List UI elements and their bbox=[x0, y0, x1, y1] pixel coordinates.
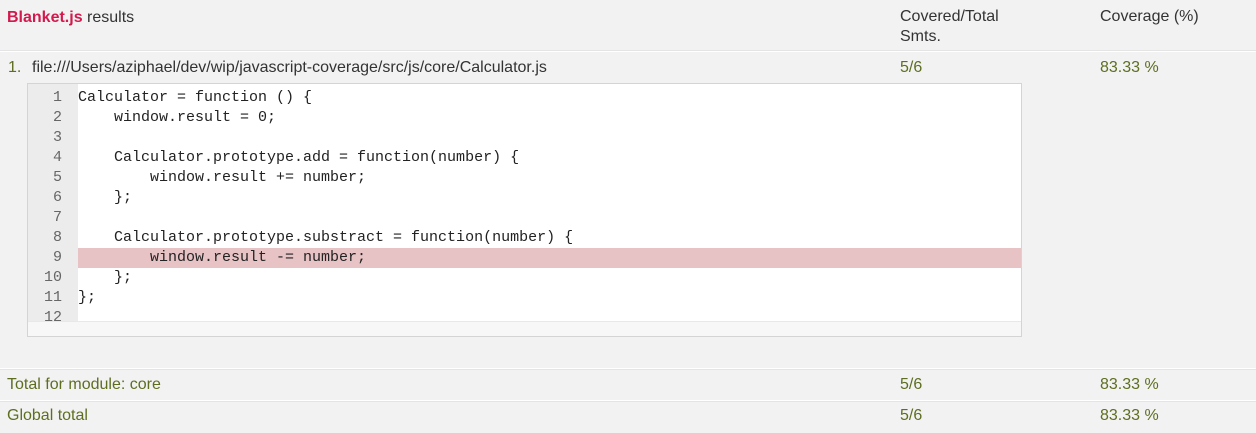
file-coverage: 83.33 % bbox=[1100, 59, 1159, 76]
code-line: 6 }; bbox=[28, 188, 1021, 208]
global-total-label: Global total bbox=[7, 407, 88, 424]
line-number: 2 bbox=[52, 109, 62, 126]
code-text: Calculator.prototype.substract = functio… bbox=[78, 229, 574, 246]
brand-name: Blanket.js bbox=[7, 9, 83, 26]
title-suffix: results bbox=[82, 9, 135, 26]
module-total-coverage: 83.33 % bbox=[1100, 376, 1159, 393]
code-text: }; bbox=[78, 189, 133, 206]
line-number: 5 bbox=[52, 169, 62, 186]
module-total-row bbox=[0, 369, 1256, 400]
code-line: 4 Calculator.prototype.add = function(nu… bbox=[28, 148, 1021, 168]
code-line: 8 Calculator.prototype.substract = funct… bbox=[28, 228, 1021, 248]
line-number: 8 bbox=[52, 229, 62, 246]
global-total-row bbox=[0, 401, 1256, 433]
file-path-link[interactable]: file:///Users/aziphael/dev/wip/javascrip… bbox=[32, 58, 547, 78]
line-number: 9 bbox=[52, 249, 62, 266]
module-total-covered: 5/6 bbox=[900, 376, 923, 393]
file-index: 1. bbox=[8, 59, 22, 76]
code-line: 2 window.result = 0; bbox=[28, 108, 1021, 128]
code-text: }; bbox=[78, 289, 97, 306]
line-number: 3 bbox=[52, 129, 62, 146]
line-number: 10 bbox=[43, 269, 62, 286]
col-header-coverage: Coverage (%) bbox=[1100, 8, 1199, 25]
code-line: 1 Calculator = function () { bbox=[28, 88, 1021, 108]
source-code-panel: 1 Calculator = function () { 2 window.resu… bbox=[27, 83, 1022, 337]
col-header-covered: Covered/Total Smts. bbox=[900, 7, 999, 47]
code-text: Calculator = function () { bbox=[78, 89, 313, 106]
file-covered: 5/6 bbox=[900, 59, 923, 76]
code-line: 3 bbox=[28, 128, 1021, 148]
col-header-covered-line1: Covered/Total bbox=[900, 8, 999, 25]
code-line-uncovered: 9 window.result -= number; bbox=[28, 248, 1021, 268]
module-total-label: Total for module: core bbox=[7, 376, 161, 393]
code-text: window.result -= number; bbox=[78, 248, 1021, 268]
report-title: Blanket.js results bbox=[7, 8, 134, 28]
code-text: Calculator.prototype.add = function(numb… bbox=[78, 149, 520, 166]
line-number: 7 bbox=[52, 209, 62, 226]
results-header bbox=[0, 0, 1256, 51]
line-number: 6 bbox=[52, 189, 62, 206]
line-number: 1 bbox=[52, 89, 62, 106]
code-line: 11}; bbox=[28, 288, 1021, 308]
col-header-covered-line2: Smts. bbox=[900, 28, 941, 45]
code-panel-footer bbox=[28, 321, 1021, 336]
code-text: window.result = 0; bbox=[78, 109, 277, 126]
code-text: }; bbox=[78, 269, 133, 286]
global-total-covered: 5/6 bbox=[900, 407, 923, 424]
global-total-coverage: 83.33 % bbox=[1100, 407, 1159, 424]
line-number: 4 bbox=[52, 149, 62, 166]
line-number: 11 bbox=[43, 289, 62, 306]
code-text: window.result += number; bbox=[78, 169, 367, 186]
code-line: 10 }; bbox=[28, 268, 1021, 288]
code-line: 5 window.result += number; bbox=[28, 168, 1021, 188]
code-line: 7 bbox=[28, 208, 1021, 228]
